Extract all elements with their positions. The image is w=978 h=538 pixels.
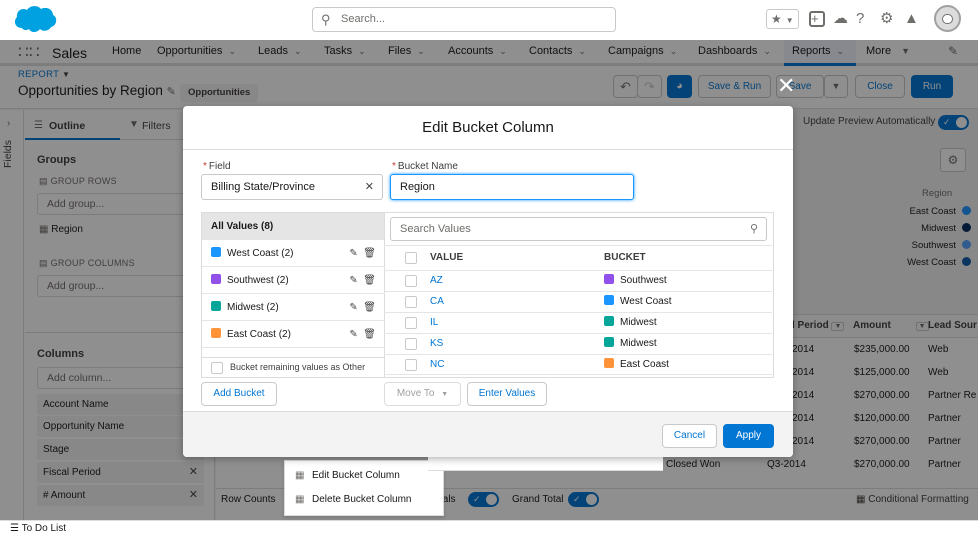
value-row[interactable]: IL Midwest [384,312,772,333]
modal-close-icon[interactable]: ✕ [777,74,795,98]
favorites-star-icon: ★ [771,12,782,26]
delete-trash-icon[interactable]: 🗑 [363,329,376,340]
add-bucket-button[interactable]: Add Bucket [201,382,277,406]
bucket-icon: ▦ [295,470,305,481]
delete-bucket-column-item[interactable]: ▦ Delete Bucket Column [285,488,445,512]
bucket-remaining-checkbox[interactable] [211,362,223,374]
bucket-list: All Values (8) West Coast (2) ✎ 🗑 Southw… [201,212,385,378]
bucket-icon: ▦ [295,494,305,505]
search-icon: ⚲ [749,223,758,235]
bucket-southwest[interactable]: Southwest (2) ✎ 🗑 [202,267,385,294]
setup-gear-icon[interactable]: ⚙ [880,10,898,28]
field-select[interactable]: Billing State/Province ✕ [201,174,383,200]
global-search-input[interactable]: ⚲ Search... [312,7,616,32]
move-to-button[interactable]: Move To ▼ [384,382,461,406]
bucket-color-icon [604,295,614,305]
bucket-color-icon [211,247,221,257]
bucket-name-input[interactable]: Region [390,174,634,200]
edit-pencil-icon[interactable]: ✎ [349,248,357,259]
global-header: ⚲ Search... ★ ▼ + ☁ ? ⚙ ▲ [0,0,978,40]
search-icon: ⚲ [321,12,331,27]
row-checkbox[interactable] [405,317,417,329]
enter-values-button[interactable]: Enter Values [467,382,547,406]
delete-trash-icon[interactable]: 🗑 [363,275,376,286]
row-checkbox[interactable] [405,338,417,350]
chevron-down-icon: ▼ [785,16,794,25]
all-values-item[interactable]: All Values (8) [202,213,384,240]
favorites-button[interactable]: ★ ▼ [766,9,799,29]
column-context-menu: ▦ Edit Bucket Column ▦ Delete Bucket Colum… [284,460,444,516]
edit-pencil-icon[interactable]: ✎ [349,275,357,286]
bucket-color-icon [211,328,221,338]
modal-title: Edit Bucket Column [183,106,793,150]
delete-trash-icon[interactable]: 🗑 [363,302,376,313]
row-checkbox[interactable] [405,296,417,308]
todo-list-button[interactable]: ☰ To Do List [10,523,66,534]
bucket-remaining-option[interactable]: Bucket remaining values as Other [202,357,384,377]
bucket-east-coast[interactable]: East Coast (2) ✎ 🗑 [202,321,385,348]
value-row[interactable]: KS Midwest [384,333,772,354]
cancel-button[interactable]: Cancel [662,424,717,448]
apply-button[interactable]: Apply [723,424,774,448]
bucket-color-icon [211,274,221,284]
value-row[interactable]: NC East Coast [384,354,772,375]
bucket-color-icon [604,358,614,368]
menu-underlay [428,457,663,471]
global-add-icon[interactable]: + [809,11,825,27]
values-header-row: VALUE BUCKET [384,245,772,269]
row-checkbox[interactable] [405,275,417,287]
value-row[interactable]: AZ Southwest [384,270,772,291]
delete-trash-icon[interactable]: 🗑 [363,248,376,259]
edit-bucket-column-item[interactable]: ▦ Edit Bucket Column [285,464,445,488]
help-icon[interactable]: ? [856,10,874,28]
todo-list-icon: ☰ [10,523,19,534]
clear-field-icon[interactable]: ✕ [365,175,374,199]
edit-pencil-icon[interactable]: ✎ [349,329,357,340]
search-placeholder: Search... [341,13,386,25]
edit-bucket-column-modal: Edit Bucket Column * Field Billing State/… [183,106,793,457]
bucket-name-label: * Bucket Name [392,161,458,172]
bucket-color-icon [211,301,221,311]
trailhead-icon[interactable]: ☁ [833,10,851,28]
values-panel: Search Values ⚲ VALUE BUCKET AZ Southwes… [384,212,774,378]
user-avatar[interactable] [934,5,961,32]
utility-bar: ☰ To Do List [0,520,978,538]
salesforce-logo[interactable] [12,4,58,34]
bucket-color-icon [604,337,614,347]
search-values-input[interactable]: Search Values ⚲ [390,217,767,241]
value-row[interactable]: CA West Coast [384,291,772,312]
modal-footer: Cancel Apply [183,411,793,457]
value-header: VALUE [430,252,464,263]
bucket-midwest[interactable]: Midwest (2) ✎ 🗑 [202,294,385,321]
chevron-down-icon: ▼ [441,391,449,398]
edit-pencil-icon[interactable]: ✎ [349,302,357,313]
notifications-bell-icon[interactable]: ▲ [904,10,922,28]
bucket-west-coast[interactable]: West Coast (2) ✎ 🗑 [202,240,385,267]
field-label: * Field [203,161,231,172]
bucket-color-icon [604,274,614,284]
bucket-header: BUCKET [604,252,646,263]
row-checkbox[interactable] [405,359,417,371]
select-all-checkbox[interactable] [405,252,417,264]
bucket-color-icon [604,316,614,326]
